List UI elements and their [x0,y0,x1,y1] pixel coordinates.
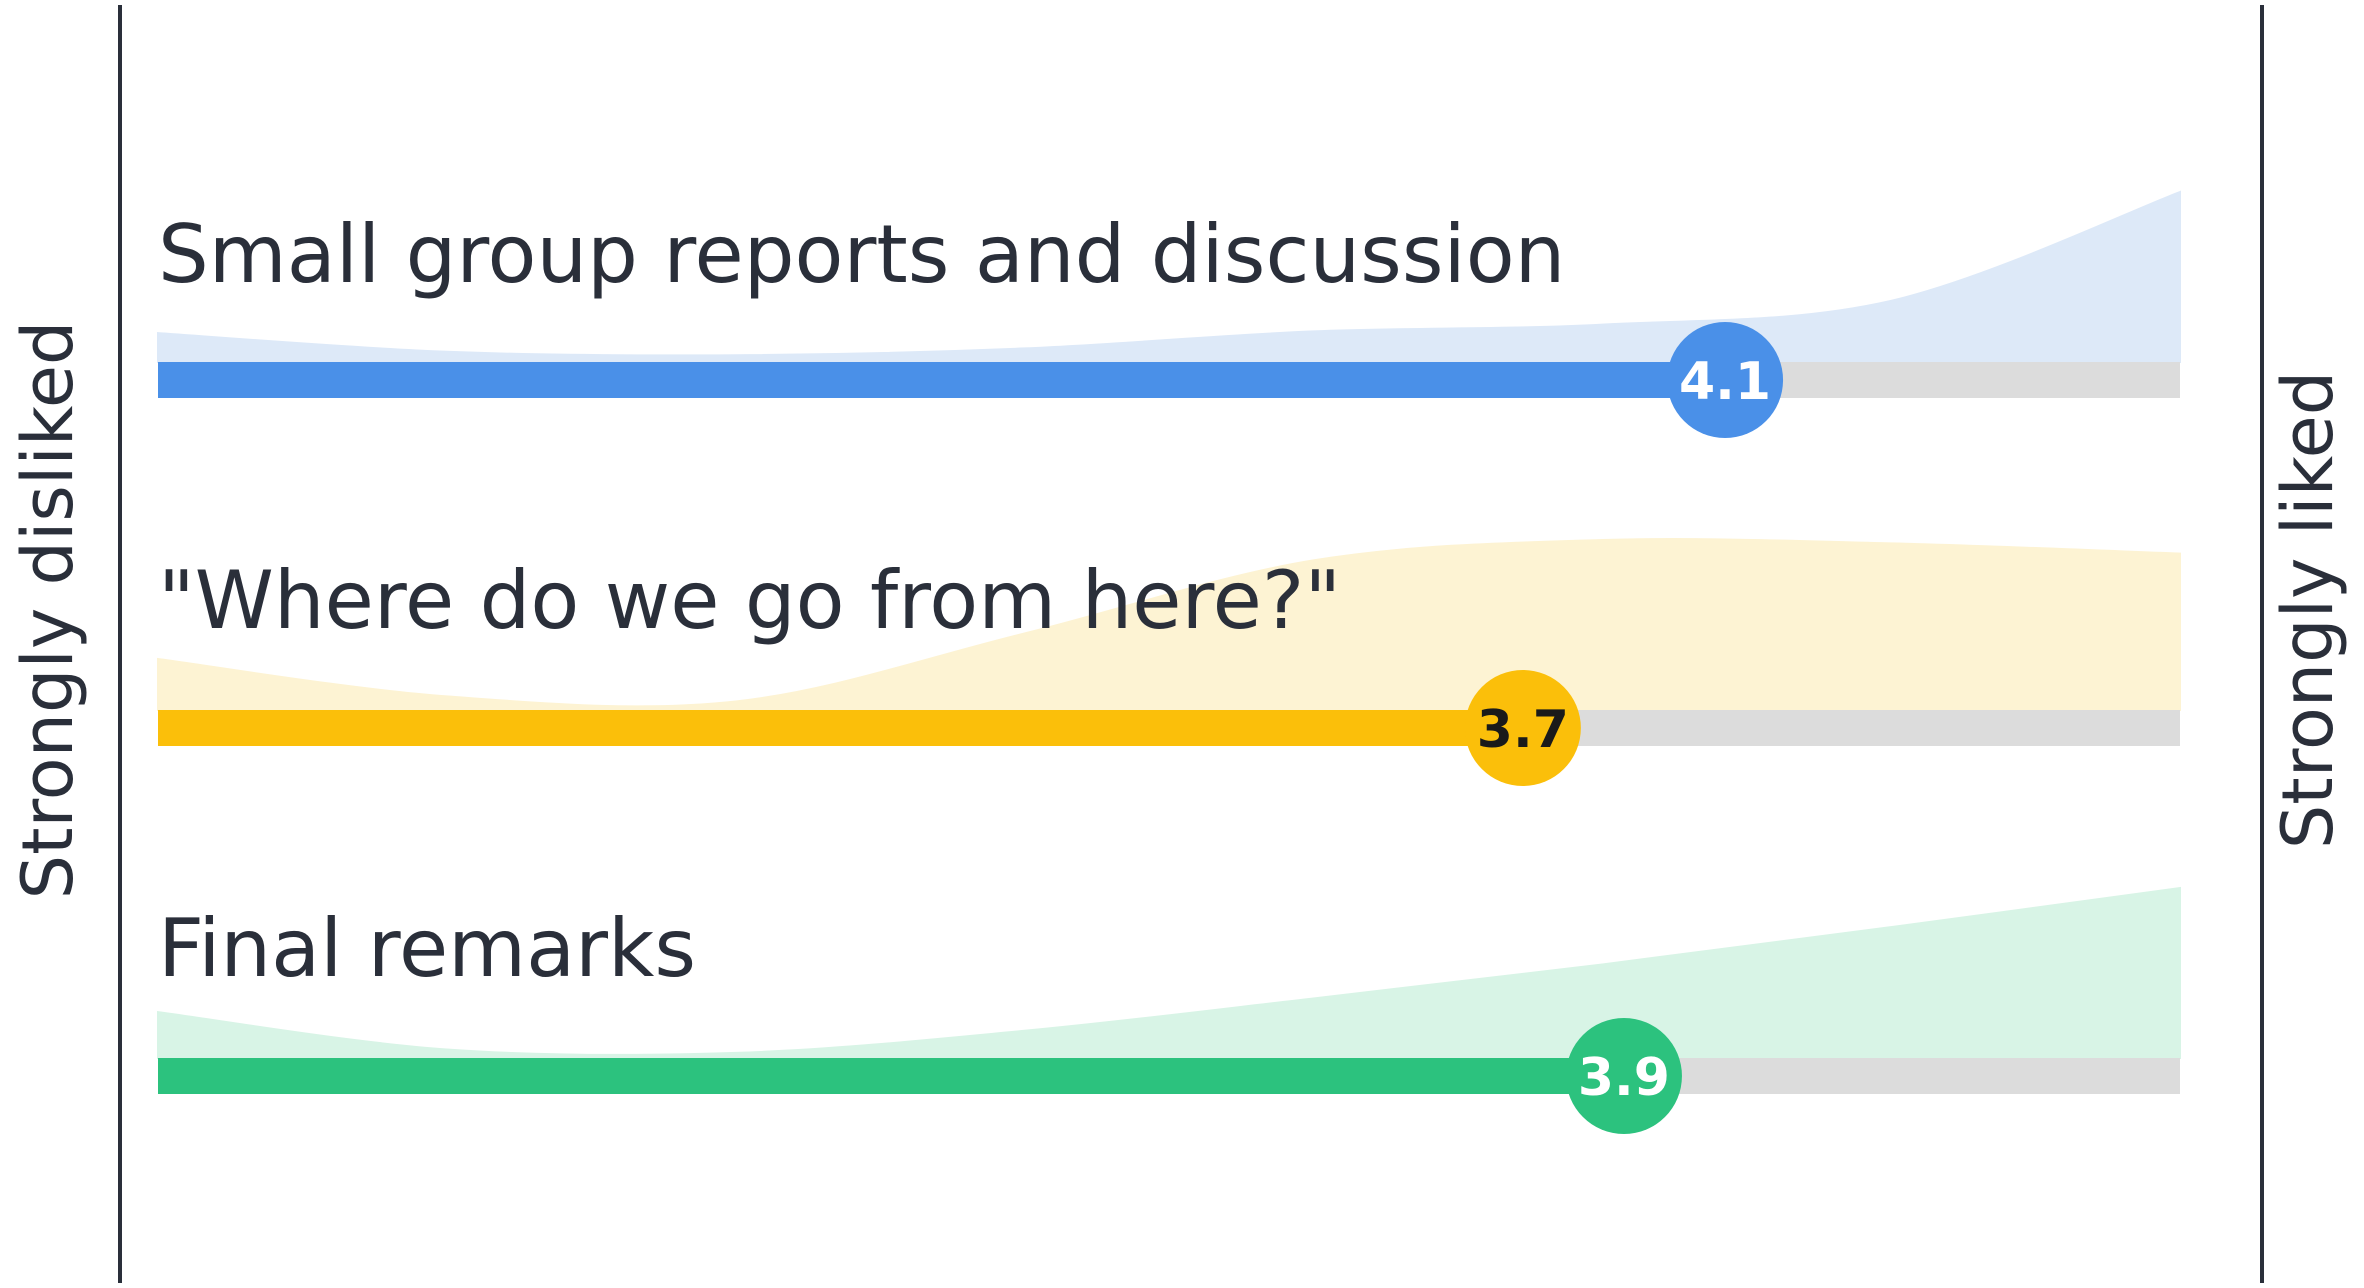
value-label: 4.1 [1679,352,1771,412]
value-label: 3.7 [1477,700,1569,760]
value-bar [158,710,1523,746]
item-label: Final remarks [158,902,696,995]
rating-row: "Where do we go from here?" 3.7 [157,538,2181,786]
value-bar [158,362,1726,398]
item-label: "Where do we go from here?" [158,554,1341,647]
rating-row: Small group reports and discussion 4.1 [157,190,2181,438]
value-bar [158,1058,1624,1094]
rating-chart: Strongly disliked Strongly liked Small g… [7,5,2349,1283]
rating-row: Final remarks 3.9 [157,886,2181,1134]
value-label: 3.9 [1578,1048,1670,1108]
item-label: Small group reports and discussion [158,208,1565,301]
right-scale-label: Strongly liked [2267,371,2349,849]
left-scale-label: Strongly disliked [7,321,89,900]
